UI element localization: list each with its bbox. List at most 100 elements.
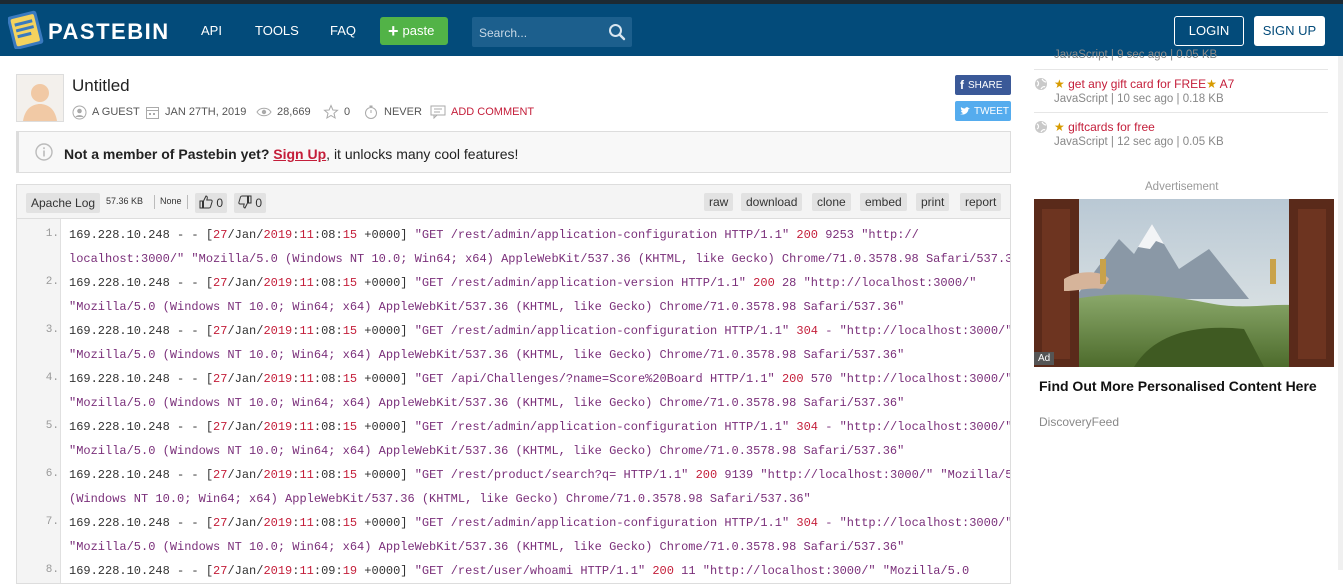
twitter-icon xyxy=(960,106,970,115)
log-yr: 2019 xyxy=(263,324,293,338)
nav-api[interactable]: API xyxy=(201,23,222,38)
notice-rest-text: , it unlocks many cool features! xyxy=(326,146,519,162)
pastebin-logo-icon[interactable] xyxy=(8,9,44,49)
log-mon: /Jan/ xyxy=(227,420,264,434)
expire-value: NEVER xyxy=(384,106,422,118)
search-box xyxy=(472,17,632,49)
log-ref: "http://localhost:3000/" xyxy=(839,516,1011,530)
code-line: 169.228.10.248 - - [27/Jan/2019:11:08:15… xyxy=(69,463,1010,511)
clone-button[interactable]: clone xyxy=(812,193,851,211)
recent-paste-title[interactable]: ★ get any gift card for FREE★ A7 xyxy=(1054,77,1234,91)
eye-icon xyxy=(256,107,272,117)
ad-image[interactable] xyxy=(1034,199,1334,367)
facebook-share-button[interactable]: f SHARE xyxy=(955,75,1011,95)
toolbar-divider xyxy=(187,195,188,209)
code-line: 169.228.10.248 - - [27/Jan/2019:11:08:15… xyxy=(69,271,976,319)
log-status: 304 xyxy=(796,516,818,530)
log-sz: 570 xyxy=(810,372,833,386)
guest-avatar xyxy=(16,74,64,122)
raw-button[interactable]: raw xyxy=(704,193,734,211)
log-hh: 11 xyxy=(299,420,314,434)
ad-landscape-image xyxy=(1034,199,1334,367)
star-icon[interactable] xyxy=(323,104,339,120)
log-mm: :08: xyxy=(313,276,343,290)
log-req: "GET /api/Challenges/?name=Score%20Board… xyxy=(414,372,775,386)
dislike-button[interactable]: 0 xyxy=(234,193,267,213)
log-ip: 169.228.10.248 - - [ xyxy=(69,468,214,482)
download-button[interactable]: download xyxy=(741,193,803,211)
print-button[interactable]: print xyxy=(916,193,950,211)
log-status: 200 xyxy=(695,468,718,482)
line-number: 2. xyxy=(45,276,59,288)
line-number-gutter xyxy=(17,219,61,583)
notice-signup-link[interactable]: Sign Up xyxy=(273,146,326,162)
log-req: "GET /rest/admin/application-configurati… xyxy=(414,516,790,530)
log-continuation: "Mozilla/5.0 (Windows NT 10.0; Win64; x6… xyxy=(69,300,905,314)
sidebar-divider xyxy=(1034,69,1328,70)
log-ref: "http://localhost:3000/" xyxy=(839,420,1011,434)
log-mm: :09: xyxy=(313,564,343,578)
top-navbar: PASTEBIN API TOOLS FAQ +paste LOGIN SIGN… xyxy=(0,0,1343,56)
page-scrollbar[interactable] xyxy=(1338,56,1343,570)
log-continuation: "Mozilla/5.0 (Windows NT 10.0; Win64; x6… xyxy=(69,444,905,458)
log-req: "GET /rest/admin/application-configurati… xyxy=(414,228,790,242)
log-req: "GET /rest/user/whoami HTTP/1.1" xyxy=(414,564,646,578)
log-sz: 9253 xyxy=(825,228,854,242)
meta-rating: 0 xyxy=(323,104,350,120)
log-mon: /Jan/ xyxy=(227,372,264,386)
search-icon[interactable] xyxy=(608,23,626,41)
log-continuation: "Mozilla/5.0 (Windows NT 10.0; Win64; x6… xyxy=(69,540,905,554)
log-day: 27 xyxy=(213,276,228,290)
paste-title: Untitled xyxy=(72,76,130,95)
nav-tools[interactable]: TOOLS xyxy=(255,23,299,38)
log-yr: 2019 xyxy=(263,516,293,530)
log-hh: 11 xyxy=(299,276,314,290)
log-mon: /Jan/ xyxy=(227,468,264,482)
line-number: 8. xyxy=(45,564,59,576)
log-mm: :08: xyxy=(313,324,343,338)
new-paste-button[interactable]: + paste xyxy=(380,17,448,45)
ad-source[interactable]: DiscoveryFeed xyxy=(1039,415,1119,429)
code-line: 169.228.10.248 - - [27/Jan/2019:11:08:15… xyxy=(69,367,1010,415)
log-mm: :08: xyxy=(313,468,343,482)
log-mm: :08: xyxy=(313,372,343,386)
user-icon xyxy=(72,105,87,119)
log-mon: /Jan/ xyxy=(227,228,264,242)
like-button[interactable]: 0 xyxy=(195,193,228,213)
log-mon: /Jan/ xyxy=(227,516,264,530)
nav-faq[interactable]: FAQ xyxy=(330,23,356,38)
signup-button[interactable]: SIGN UP xyxy=(1254,16,1325,46)
log-day: 27 xyxy=(213,564,228,578)
syntax-label[interactable]: Apache Log xyxy=(26,193,101,213)
login-button[interactable]: LOGIN xyxy=(1174,16,1244,46)
recent-paste-title[interactable]: ★ giftcards for free xyxy=(1054,120,1155,134)
paste-code-box: Apache Log 57.36 KB None 0 0 raw downloa… xyxy=(16,184,1011,584)
line-number: 3. xyxy=(45,324,59,336)
globe-icon xyxy=(1035,78,1047,90)
log-ip: 169.228.10.248 - - [ xyxy=(69,372,214,386)
line-number: 7. xyxy=(45,516,59,528)
calendar-icon xyxy=(146,106,159,119)
report-button[interactable]: report xyxy=(960,193,1002,211)
twitter-tweet-button[interactable]: TWEET xyxy=(955,101,1011,121)
code-toolbar: Apache Log 57.36 KB None 0 0 raw downloa… xyxy=(17,185,1010,219)
author-name[interactable]: A GUEST xyxy=(92,106,140,118)
add-comment-link[interactable]: ADD COMMENT xyxy=(451,106,534,118)
meta-date: JAN 27TH, 2019 xyxy=(145,105,246,119)
search-input[interactable] xyxy=(472,17,611,49)
ad-headline[interactable]: Find Out More Personalised Content Here xyxy=(1039,377,1329,395)
embed-button[interactable]: embed xyxy=(860,193,907,211)
star-icon: ★ xyxy=(1054,77,1065,91)
log-status: 200 xyxy=(796,228,818,242)
code-line: 169.228.10.248 - - [27/Jan/2019:11:08:15… xyxy=(69,511,1011,559)
log-ip: 169.228.10.248 - - [ xyxy=(69,228,214,242)
view-count: 28,669 xyxy=(277,106,311,118)
log-mm: :08: xyxy=(313,420,343,434)
log-day: 27 xyxy=(213,324,228,338)
brand-name[interactable]: PASTEBIN xyxy=(48,19,170,45)
info-icon xyxy=(35,143,53,161)
